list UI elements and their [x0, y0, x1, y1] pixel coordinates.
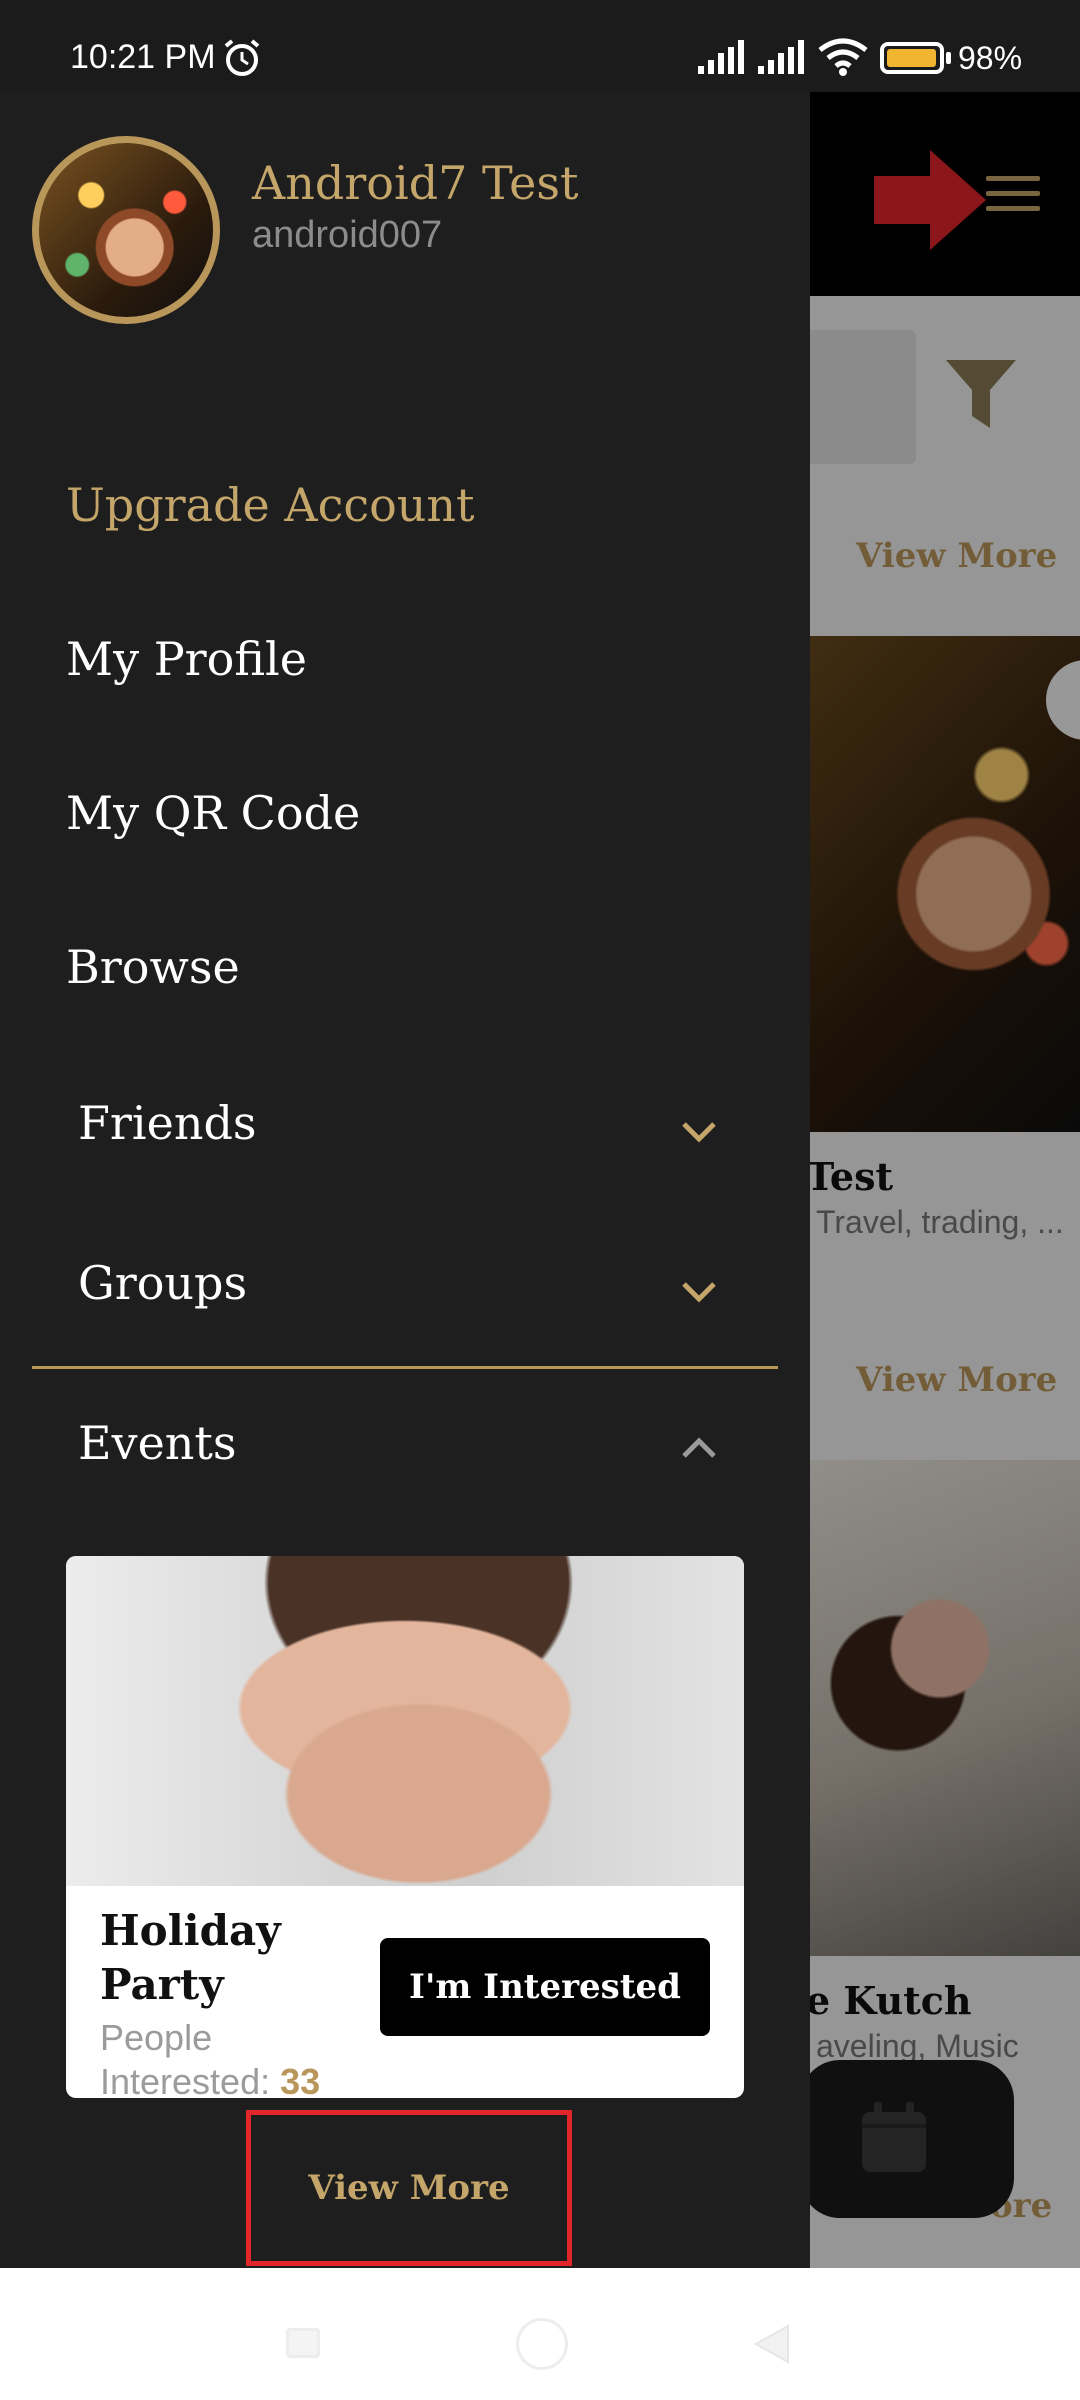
view-more-button[interactable]: View More — [246, 2110, 572, 2266]
menu-item-events[interactable]: Events — [78, 1416, 237, 1470]
menu-item-my-profile[interactable]: My Profile — [66, 632, 307, 686]
system-navigation-bar — [0, 2268, 1080, 2400]
user-handle: android007 — [252, 214, 443, 256]
menu-item-friends[interactable]: Friends — [78, 1096, 257, 1150]
menu-item-my-qr-code[interactable]: My QR Code — [66, 786, 360, 840]
event-card[interactable]: Holiday Party People Interested: 33 I'm … — [66, 1556, 744, 2098]
battery-percentage: 98% — [958, 40, 1023, 76]
back-button[interactable] — [752, 2324, 792, 2364]
chevron-down-icon[interactable] — [680, 1280, 718, 1304]
interested-button[interactable]: I'm Interested — [380, 1938, 710, 2036]
status-bar: 10:21 PM 98% — [0, 0, 1080, 92]
user-name: Android7 Test — [252, 156, 579, 210]
alarm-icon — [224, 39, 260, 76]
event-photo — [66, 1556, 744, 1886]
event-title: Holiday Party — [100, 1906, 281, 2009]
battery-tip — [946, 52, 951, 64]
avatar[interactable] — [32, 136, 220, 324]
battery-level-fill — [887, 49, 936, 67]
chevron-down-icon[interactable] — [680, 1120, 718, 1144]
signal-icon — [698, 40, 744, 74]
signal-icon — [758, 40, 804, 74]
battery-icon — [880, 42, 944, 74]
event-people-interested: People Interested: 33 — [100, 2016, 390, 2098]
home-button[interactable] — [516, 2318, 568, 2370]
menu-item-groups[interactable]: Groups — [78, 1256, 247, 1310]
status-time: 10:21 PM — [70, 38, 216, 76]
divider — [32, 1366, 778, 1369]
chevron-up-icon[interactable] — [680, 1436, 718, 1460]
navigation-drawer: Android7 Test android007 Upgrade Account… — [0, 92, 810, 2268]
event-people-label: People Interested: — [100, 2017, 271, 2098]
event-people-count: 33 — [280, 2061, 321, 2098]
recent-apps-button[interactable] — [286, 2328, 320, 2358]
menu-item-upgrade-account[interactable]: Upgrade Account — [66, 478, 475, 532]
wifi-icon — [818, 38, 868, 76]
menu-item-browse[interactable]: Browse — [66, 940, 240, 994]
